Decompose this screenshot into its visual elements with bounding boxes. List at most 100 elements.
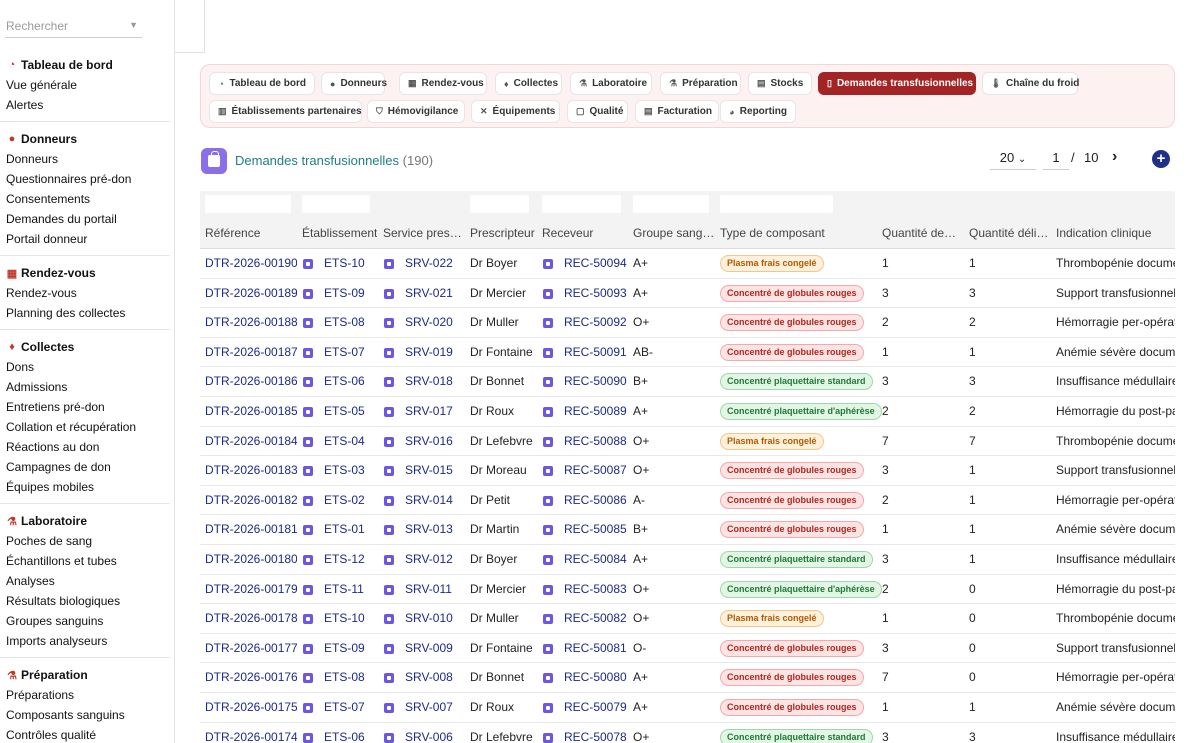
- recipient-link[interactable]: REC-50090: [564, 367, 630, 396]
- service-link[interactable]: SRV-009: [405, 634, 467, 663]
- tab-rendez-vous[interactable]: ▦ Rendez-vous: [399, 72, 487, 95]
- sidebar-item[interactable]: Dons: [0, 357, 170, 377]
- establishment-link[interactable]: ETS-07: [324, 693, 379, 722]
- sidebar-item[interactable]: Consentements: [0, 189, 170, 209]
- service-link[interactable]: SRV-018: [405, 367, 467, 396]
- chevron-down-icon[interactable]: ▼: [129, 20, 138, 30]
- reference-link[interactable]: DTR-2026-00188: [205, 308, 297, 337]
- table-row[interactable]: DTR-2026-00180 ETS-12 SRV-012 Dr Boyer REC-5…: [200, 545, 1175, 575]
- column-header[interactable]: Indication clinique: [1056, 226, 1175, 240]
- recipient-link[interactable]: REC-50079: [564, 693, 630, 722]
- establishment-link[interactable]: ETS-10: [324, 249, 379, 278]
- establishment-link[interactable]: ETS-06: [324, 723, 379, 743]
- column-filter-input[interactable]: [470, 195, 529, 213]
- recipient-link[interactable]: REC-50082: [564, 604, 630, 633]
- table-row[interactable]: DTR-2026-00185 ETS-05 SRV-017 Dr Roux REC-50…: [200, 397, 1175, 427]
- column-filter-input[interactable]: [205, 195, 291, 213]
- service-link[interactable]: SRV-006: [405, 723, 467, 743]
- establishment-link[interactable]: ETS-04: [324, 427, 379, 456]
- recipient-link[interactable]: REC-50081: [564, 634, 630, 663]
- add-button[interactable]: +: [1152, 150, 1170, 168]
- tab-facturation[interactable]: ▤ Facturation: [635, 100, 719, 123]
- service-link[interactable]: SRV-014: [405, 486, 467, 515]
- current-page-input[interactable]: 1: [1043, 148, 1069, 170]
- tab-tableau-de-bord[interactable]: ◔ Tableau de bord: [209, 72, 315, 95]
- column-header[interactable]: Référence: [205, 226, 295, 240]
- chevron-right-icon[interactable]: ›: [1112, 148, 1128, 170]
- table-row[interactable]: DTR-2026-00174 ETS-06 SRV-006 Dr Lefebvre RE…: [200, 723, 1175, 743]
- service-link[interactable]: SRV-011: [405, 575, 467, 604]
- recipient-link[interactable]: REC-50085: [564, 515, 630, 544]
- table-row[interactable]: DTR-2026-00184 ETS-04 SRV-016 Dr Lefebvre RE…: [200, 427, 1175, 457]
- sidebar-item[interactable]: Donneurs: [0, 149, 170, 169]
- nav-group-header[interactable]: ● Donneurs: [0, 129, 170, 149]
- establishment-link[interactable]: ETS-10: [324, 604, 379, 633]
- reference-link[interactable]: DTR-2026-00178: [205, 604, 297, 633]
- establishment-link[interactable]: ETS-06: [324, 367, 379, 396]
- service-link[interactable]: SRV-016: [405, 427, 467, 456]
- table-row[interactable]: DTR-2026-00188 ETS-08 SRV-020 Dr Muller REC-…: [200, 308, 1175, 338]
- tab-donneurs[interactable]: ● Donneurs: [321, 72, 387, 95]
- tab-stocks[interactable]: ▤ Stocks: [748, 72, 812, 95]
- service-link[interactable]: SRV-010: [405, 604, 467, 633]
- sidebar-item[interactable]: Entretiens pré-don: [0, 397, 170, 417]
- service-link[interactable]: SRV-017: [405, 397, 467, 426]
- establishment-link[interactable]: ETS-02: [324, 486, 379, 515]
- tab-établissements-partenaires[interactable]: ▥ Établissements partenaires: [209, 100, 362, 123]
- establishment-link[interactable]: ETS-03: [324, 456, 379, 485]
- column-header[interactable]: Quantité de…: [882, 226, 962, 240]
- search-input[interactable]: Rechercher ▼: [5, 14, 142, 38]
- reference-link[interactable]: DTR-2026-00181: [205, 515, 297, 544]
- reference-link[interactable]: DTR-2026-00177: [205, 634, 297, 663]
- sidebar-item[interactable]: Réactions au don: [0, 437, 170, 457]
- tab-équipements[interactable]: ✕ Équipements: [471, 100, 560, 123]
- reference-link[interactable]: DTR-2026-00186: [205, 367, 297, 396]
- establishment-link[interactable]: ETS-08: [324, 663, 379, 692]
- table-row[interactable]: DTR-2026-00176 ETS-08 SRV-008 Dr Bonnet REC-…: [200, 663, 1175, 693]
- reference-link[interactable]: DTR-2026-00183: [205, 456, 297, 485]
- reference-link[interactable]: DTR-2026-00182: [205, 486, 297, 515]
- establishment-link[interactable]: ETS-11: [324, 575, 379, 604]
- table-row[interactable]: DTR-2026-00187 ETS-07 SRV-019 Dr Fontaine RE…: [200, 338, 1175, 368]
- service-link[interactable]: SRV-020: [405, 308, 467, 337]
- column-header[interactable]: Groupe sang…: [633, 226, 713, 240]
- recipient-link[interactable]: REC-50091: [564, 338, 630, 367]
- recipient-link[interactable]: REC-50083: [564, 575, 630, 604]
- table-row[interactable]: DTR-2026-00178 ETS-10 SRV-010 Dr Muller REC-…: [200, 604, 1175, 634]
- tab-hémovigilance[interactable]: ⛉ Hémovigilance: [367, 100, 465, 123]
- sidebar-item[interactable]: Poches de sang: [0, 531, 170, 551]
- column-header[interactable]: Service pres…: [383, 226, 463, 240]
- service-link[interactable]: SRV-008: [405, 663, 467, 692]
- reference-link[interactable]: DTR-2026-00187: [205, 338, 297, 367]
- tab-chaîne-du-froid[interactable]: 🌡 Chaîne du froid: [982, 72, 1079, 95]
- column-filter-input[interactable]: [720, 195, 833, 213]
- sidebar-item[interactable]: Alertes: [0, 95, 170, 115]
- sidebar-item[interactable]: Composants sanguins: [0, 705, 170, 725]
- nav-group-header[interactable]: ◔ Tableau de bord: [0, 55, 170, 75]
- sidebar-item[interactable]: Demandes du portail: [0, 209, 170, 229]
- table-row[interactable]: DTR-2026-00175 ETS-07 SRV-007 Dr Roux REC-50…: [200, 693, 1175, 723]
- table-row[interactable]: DTR-2026-00186 ETS-06 SRV-018 Dr Bonnet REC-…: [200, 367, 1175, 397]
- sidebar-item[interactable]: Analyses: [0, 571, 170, 591]
- tab-préparation[interactable]: ⚗ Préparation: [660, 72, 741, 95]
- sidebar-item[interactable]: Planning des collectes: [0, 303, 170, 323]
- reference-link[interactable]: DTR-2026-00175: [205, 693, 297, 722]
- recipient-link[interactable]: REC-50092: [564, 308, 630, 337]
- table-row[interactable]: DTR-2026-00181 ETS-01 SRV-013 Dr Martin REC-…: [200, 515, 1175, 545]
- reference-link[interactable]: DTR-2026-00190: [205, 249, 297, 278]
- recipient-link[interactable]: REC-50078: [564, 723, 630, 743]
- sidebar-item[interactable]: Collation et récupération: [0, 417, 170, 437]
- recipient-link[interactable]: REC-50089: [564, 397, 630, 426]
- establishment-link[interactable]: ETS-07: [324, 338, 379, 367]
- service-link[interactable]: SRV-013: [405, 515, 467, 544]
- sidebar-item[interactable]: Préparations: [0, 685, 170, 705]
- sidebar-item[interactable]: Groupes sanguins: [0, 611, 170, 631]
- column-header[interactable]: Établissement: [302, 226, 377, 240]
- sidebar-item[interactable]: Vue générale: [0, 75, 170, 95]
- tab-qualité[interactable]: ▢ Qualité: [567, 100, 628, 123]
- column-filter-input[interactable]: [542, 195, 621, 213]
- sidebar-item[interactable]: Équipes mobiles: [0, 477, 170, 497]
- establishment-link[interactable]: ETS-12: [324, 545, 379, 574]
- sidebar-item[interactable]: Campagnes de don: [0, 457, 170, 477]
- recipient-link[interactable]: REC-50093: [564, 279, 630, 308]
